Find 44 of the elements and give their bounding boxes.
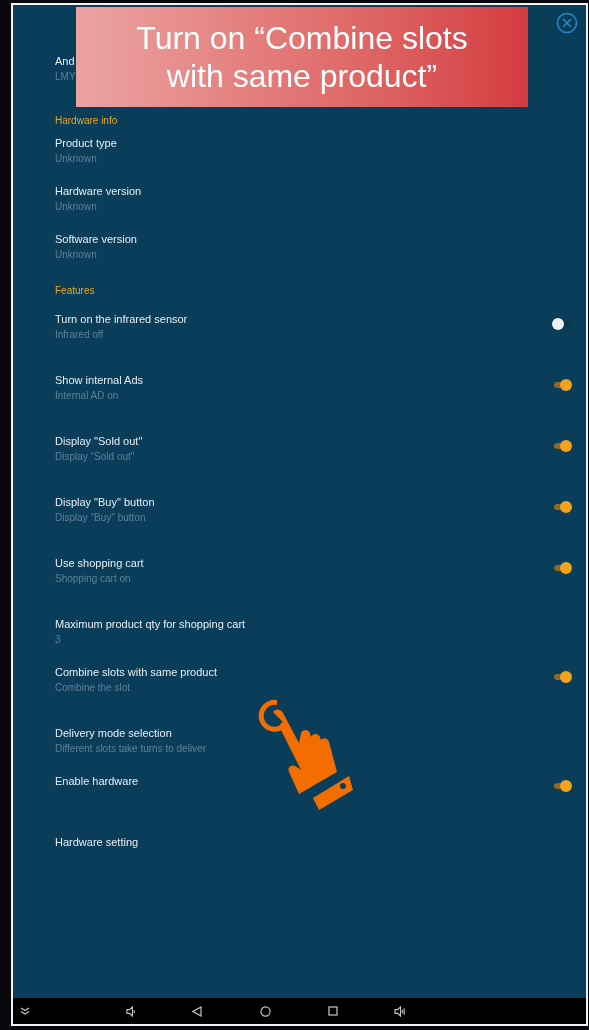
setting-subtitle: Different slots take turns to deliver bbox=[55, 742, 206, 756]
setting-title: Hardware setting bbox=[55, 835, 139, 849]
toggle-switch[interactable] bbox=[552, 501, 572, 513]
setting-subtitle: Unknown bbox=[55, 248, 98, 262]
setting-title: Software version bbox=[55, 232, 137, 246]
setting-subtitle: Display "Sold out" bbox=[55, 450, 136, 464]
setting-title: Hardware version bbox=[55, 184, 142, 198]
toggle-switch[interactable] bbox=[552, 671, 572, 683]
setting-title: And bbox=[55, 54, 76, 68]
toggle-switch[interactable] bbox=[552, 318, 572, 330]
setting-subtitle: LMY bbox=[55, 70, 76, 84]
toggle-switch[interactable] bbox=[552, 562, 572, 574]
setting-title: Display "Buy" button bbox=[55, 495, 155, 509]
volume-up-icon[interactable] bbox=[394, 1005, 407, 1017]
setting-subtitle: Combine the slot bbox=[55, 681, 132, 695]
setting-title: Turn on the infrared sensor bbox=[55, 312, 188, 326]
toggle-switch[interactable] bbox=[552, 379, 572, 391]
toggle-switch[interactable] bbox=[552, 780, 572, 792]
recent-apps-icon[interactable] bbox=[328, 1006, 338, 1016]
banner-text: with same product” bbox=[166, 57, 438, 95]
setting-title: Display "Sold out" bbox=[55, 434, 143, 448]
close-icon[interactable] bbox=[556, 12, 578, 34]
setting-title: Product type bbox=[55, 136, 117, 150]
setting-subtitle: Shopping cart on bbox=[55, 572, 132, 586]
setting-subtitle: Unknown bbox=[55, 152, 98, 166]
setting-subtitle: Display "Buy" button bbox=[55, 511, 147, 525]
setting-subtitle: Infrared off bbox=[55, 328, 105, 342]
setting-title: Use shopping cart bbox=[55, 556, 144, 570]
setting-title: Enable hardware bbox=[55, 774, 139, 788]
toggle-switch[interactable] bbox=[552, 440, 572, 452]
setting-title: Combine slots with same product bbox=[55, 665, 217, 679]
setting-subtitle: 3 bbox=[55, 633, 62, 647]
setting-title: Delivery mode selection bbox=[55, 726, 173, 740]
double-chevron-down-icon[interactable] bbox=[20, 1007, 30, 1015]
setting-title: Maximum product qty for shopping cart bbox=[55, 617, 246, 631]
setting-subtitle: Unknown bbox=[55, 200, 98, 214]
section-header: Hardware info bbox=[55, 114, 119, 128]
volume-down-icon[interactable] bbox=[126, 1005, 137, 1017]
section-header: Features bbox=[55, 284, 96, 298]
back-icon[interactable] bbox=[192, 1005, 202, 1017]
setting-title: Show internal Ads bbox=[55, 373, 144, 387]
banner-text: Turn on “Combine slots bbox=[136, 19, 468, 57]
setting-subtitle: Internal AD on bbox=[55, 389, 120, 403]
home-icon[interactable] bbox=[260, 1005, 271, 1017]
